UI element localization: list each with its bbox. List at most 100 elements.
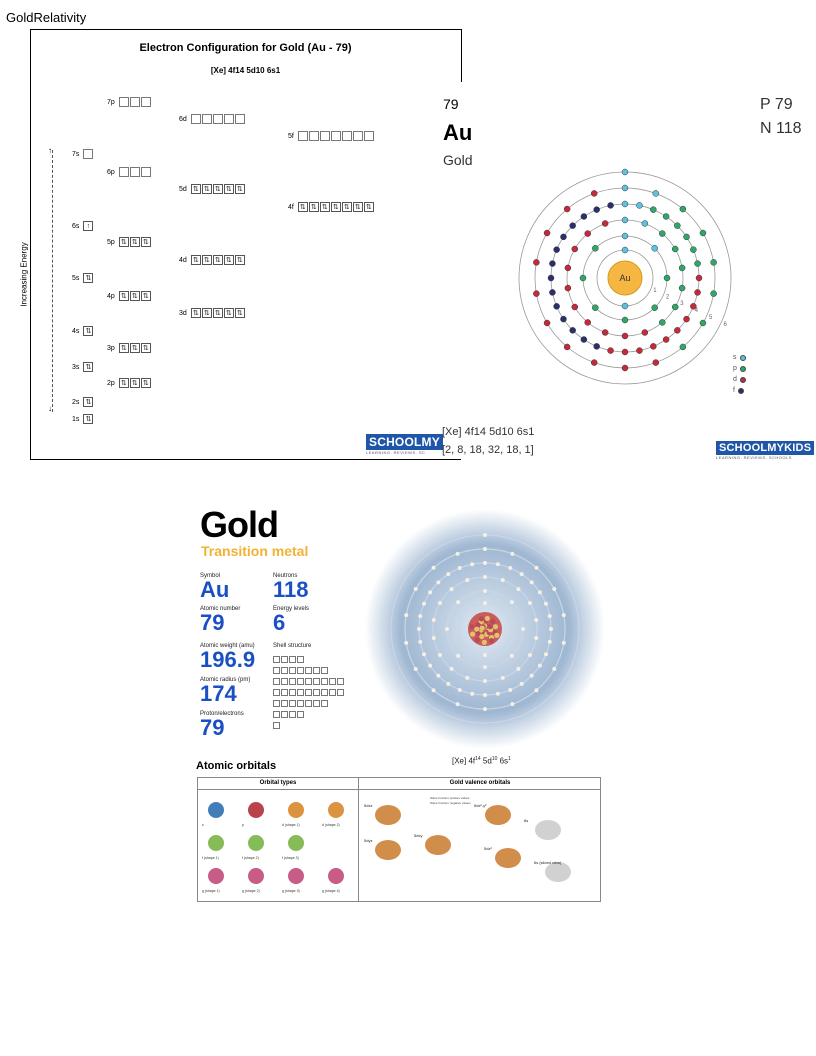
orbital-box bbox=[190, 114, 201, 124]
orbital-box: ⇅ bbox=[118, 291, 129, 301]
orbital-shape bbox=[208, 835, 224, 851]
atom-electron bbox=[455, 702, 460, 707]
orbital-box: ⇅ bbox=[234, 308, 245, 318]
shell-box bbox=[273, 678, 280, 685]
electron-s bbox=[651, 245, 658, 252]
orbital-box: ⇅ bbox=[234, 255, 245, 265]
legend-label: p bbox=[733, 365, 737, 372]
atom-electron bbox=[455, 551, 460, 556]
orbital-box: ⇅ bbox=[140, 343, 151, 353]
energy-axis-label: Increasing Energy bbox=[19, 240, 29, 309]
electron-f bbox=[580, 336, 588, 343]
electron-f bbox=[553, 303, 560, 310]
orbital-6p: 6p bbox=[107, 167, 152, 177]
orbital-shape bbox=[248, 835, 264, 851]
orbital-5s: 5s ⇅ bbox=[72, 273, 94, 283]
electron-p bbox=[592, 245, 599, 252]
shell-box bbox=[289, 667, 296, 674]
shell-box bbox=[329, 689, 336, 696]
shell-box bbox=[281, 700, 288, 707]
atom-electron bbox=[508, 566, 513, 571]
orbital-box bbox=[297, 131, 308, 141]
atom-electron bbox=[534, 636, 539, 641]
atom-electron bbox=[483, 653, 487, 657]
atom-electron bbox=[417, 627, 421, 631]
shell-box bbox=[321, 678, 328, 685]
atom-electron bbox=[483, 589, 487, 593]
electron-d bbox=[563, 205, 571, 213]
bohr-model-diagram: 1 2 3 4 5 6 Au bbox=[518, 168, 732, 385]
atom-electron bbox=[445, 627, 449, 631]
atom-electron bbox=[528, 653, 533, 657]
orbital-type-label: f (shape 1) bbox=[202, 856, 219, 860]
orbital-type-label: f (shape 3) bbox=[282, 856, 299, 860]
shell-structure-diagram bbox=[273, 656, 373, 738]
orbital-type-label: g (shape 2) bbox=[242, 889, 260, 893]
orbital-shape bbox=[248, 802, 264, 818]
orbital-5f: 5f bbox=[288, 131, 375, 141]
electron-s bbox=[636, 202, 643, 209]
electron-f bbox=[549, 289, 556, 296]
orbital-label: 5p bbox=[107, 238, 115, 246]
legend-dot bbox=[739, 376, 746, 383]
orbital-box: ⇅ bbox=[201, 308, 212, 318]
orbital-box bbox=[83, 149, 94, 159]
stat-label: Shell structure bbox=[273, 643, 312, 649]
atom-electron bbox=[446, 572, 451, 577]
valence-orbital-shape bbox=[485, 805, 511, 825]
config-part: 5d bbox=[480, 756, 492, 766]
valence-orbital-label: 5dz² bbox=[484, 846, 492, 851]
orbital-shape bbox=[288, 835, 304, 851]
orbitals-table: Orbital types Gold valence orbitals s p d … bbox=[197, 777, 601, 902]
electron-d bbox=[533, 259, 540, 266]
atom-electron bbox=[543, 652, 548, 657]
neutron-count: N 118 bbox=[760, 120, 802, 137]
electron-s bbox=[621, 216, 629, 224]
atom-electron bbox=[483, 561, 487, 565]
shell-box bbox=[273, 689, 280, 696]
electron-s bbox=[621, 168, 629, 176]
arrow-down-icon: ↓ bbox=[48, 404, 52, 413]
orbital-7s: 7s bbox=[72, 149, 94, 159]
orbital-box bbox=[308, 131, 319, 141]
stat-value: 79 bbox=[200, 715, 225, 740]
logo-tagline: LEARNING. REVIEWS. SCHOOLS bbox=[716, 455, 792, 460]
orbital-box: ⇅ bbox=[352, 202, 363, 212]
atom-electron bbox=[449, 587, 454, 592]
atom-electron bbox=[528, 601, 533, 605]
shell-box bbox=[305, 678, 312, 685]
electron-d bbox=[571, 245, 579, 253]
orbital-types-heading: Orbital types bbox=[259, 780, 297, 786]
electron-f bbox=[580, 213, 588, 220]
shell-box bbox=[297, 711, 304, 718]
atom-electron bbox=[483, 693, 487, 697]
atom-electron bbox=[436, 580, 441, 585]
shell-box bbox=[273, 722, 280, 729]
atom-electron bbox=[449, 666, 454, 671]
electron-d bbox=[641, 329, 649, 336]
atom-electron bbox=[422, 652, 427, 657]
shell-box bbox=[281, 678, 288, 685]
valence-orbital-label: 5dx²-y² bbox=[474, 803, 487, 808]
electron-d bbox=[584, 230, 591, 237]
electron-p bbox=[699, 319, 707, 327]
electron-d bbox=[621, 332, 629, 340]
electron-d bbox=[683, 315, 690, 323]
atomic-number: 79 bbox=[443, 96, 459, 112]
shell-box bbox=[321, 667, 328, 674]
orbital-box bbox=[223, 114, 234, 124]
orbital-label: 7s bbox=[72, 150, 80, 158]
orbital-box bbox=[118, 167, 129, 177]
orbital-box: ⇅ bbox=[212, 184, 223, 194]
orbital-box: ⇅ bbox=[201, 184, 212, 194]
atom-electron bbox=[483, 665, 487, 669]
atom-electron bbox=[495, 562, 500, 567]
atom-electron bbox=[510, 551, 515, 556]
electron-d bbox=[564, 284, 572, 292]
orbital-box: ⇅ bbox=[129, 378, 140, 388]
valence-orbital-label: 6s bbox=[524, 818, 528, 823]
nucleon bbox=[478, 616, 484, 622]
orbital-label: 5f bbox=[288, 132, 294, 140]
orbital-3p: 3p ⇅ ⇅ ⇅ bbox=[107, 343, 152, 353]
orbital-box: ⇅ bbox=[129, 343, 140, 353]
